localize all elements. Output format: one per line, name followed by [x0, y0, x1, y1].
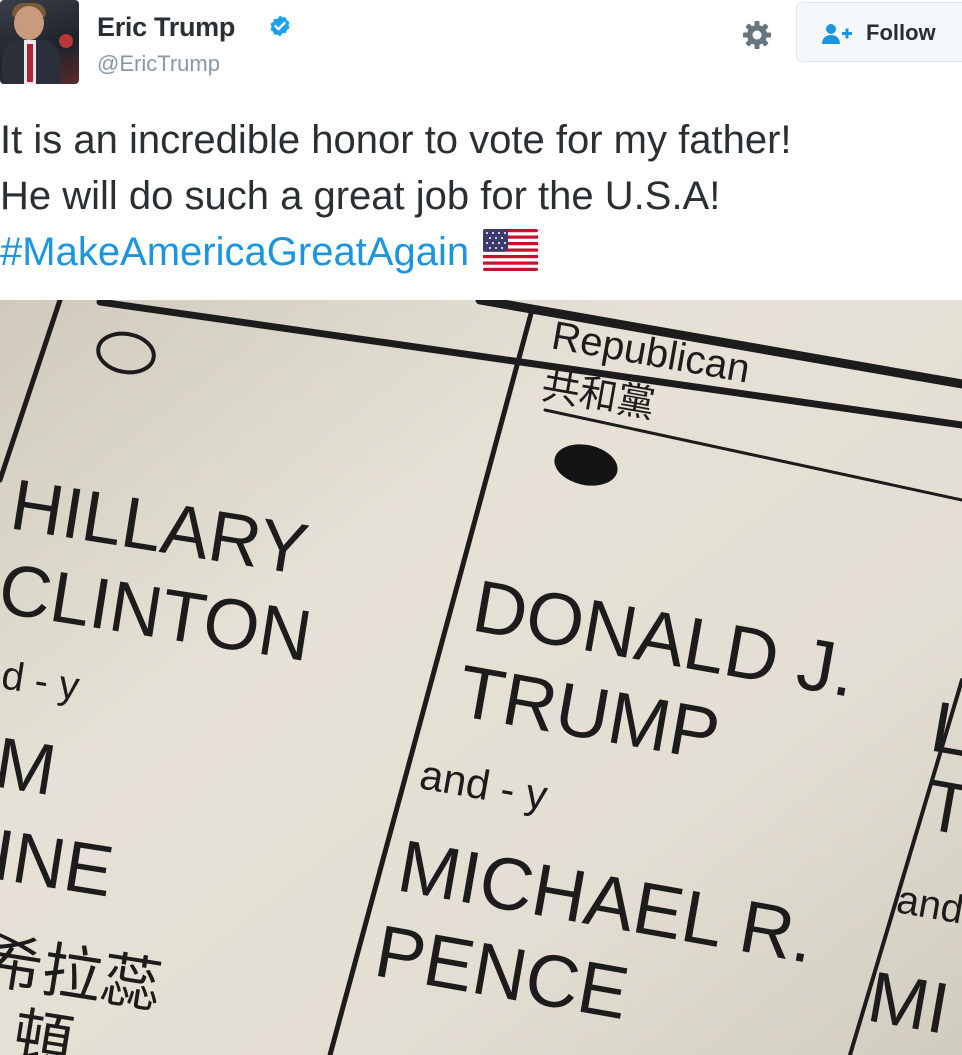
right-partial-3: MI — [862, 957, 955, 1050]
tweet-text: It is an incredible honor to vote for my… — [0, 112, 962, 280]
user-name[interactable]: Eric Trump — [97, 12, 235, 43]
gear-icon[interactable] — [740, 18, 774, 52]
us-flag-icon — [483, 229, 539, 272]
add-user-icon — [822, 24, 852, 44]
user-handle[interactable]: @EricTrump — [97, 51, 220, 77]
avatar[interactable] — [0, 0, 79, 84]
ballot-photo[interactable]: HILLARY CLINTON d - y M INE 希拉蕊 頓 Republ… — [0, 300, 962, 1055]
ballot-image: HILLARY CLINTON d - y M INE 希拉蕊 頓 Republ… — [0, 300, 962, 1055]
follow-label: Follow — [866, 20, 936, 45]
tweet-line-1: It is an incredible honor to vote for my… — [0, 118, 792, 162]
left-chinese-2: 頓 — [8, 1002, 78, 1055]
hashtag-link[interactable]: #MakeAmericaGreatAgain — [0, 230, 469, 274]
tweet-line-2: He will do such a great job for the U.S.… — [0, 174, 721, 218]
tweet-header: Eric Trump @EricTrump Follow — [0, 0, 962, 100]
follow-button[interactable]: Follow — [796, 2, 962, 62]
verified-badge-icon — [270, 15, 290, 37]
